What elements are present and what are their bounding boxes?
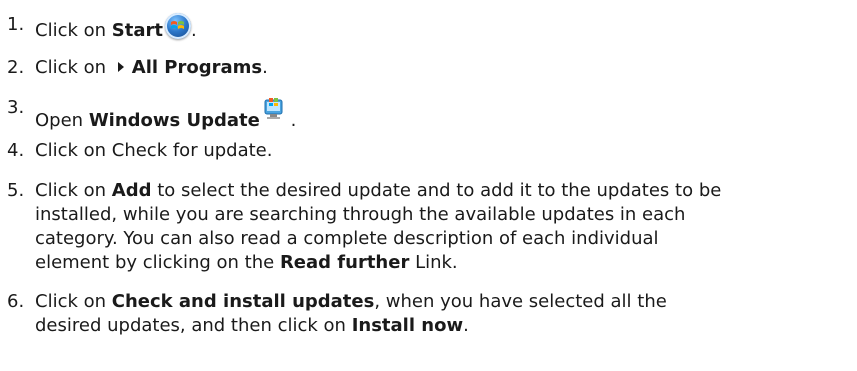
step-number: 5. bbox=[7, 180, 25, 201]
step-suffix: . bbox=[463, 315, 469, 336]
step-line: Click on Add to select the desired updat… bbox=[35, 180, 721, 201]
step-text: Click on Add to select the desired updat… bbox=[35, 179, 850, 275]
add-label: Add bbox=[111, 180, 152, 201]
cut-off-text-line bbox=[0, 0, 857, 7]
step-prefix: Click on bbox=[35, 291, 112, 312]
step-text: Click on Check for update. bbox=[35, 140, 273, 161]
step-line: element by clicking on the Read further … bbox=[35, 252, 458, 273]
step-suffix: to select the desired update and to add … bbox=[151, 180, 722, 201]
step-line: category. You can also read a complete d… bbox=[35, 228, 659, 249]
step-prefix: Open bbox=[35, 110, 89, 131]
step-prefix: Click on bbox=[35, 20, 112, 41]
windows-update-icon bbox=[263, 96, 285, 120]
instruction-page: 1. Click on Start . 2. Click on All Prog… bbox=[0, 0, 857, 371]
step-text: Click on Start . bbox=[35, 13, 850, 43]
step-suffix: . bbox=[262, 57, 268, 78]
step-number: 3. bbox=[7, 97, 25, 118]
start-label: Start bbox=[111, 20, 163, 41]
step-number: 6. bbox=[7, 291, 25, 312]
step-suffix: . bbox=[284, 110, 297, 131]
step-prefix: Click on bbox=[35, 180, 112, 201]
step-text: Click on All Programs. bbox=[35, 56, 850, 80]
step-number: 2. bbox=[7, 57, 25, 78]
step-prefix: element by clicking on the bbox=[35, 252, 280, 273]
install-now-label: Install now bbox=[351, 315, 464, 336]
step-prefix: desired updates, and then click on bbox=[35, 315, 352, 336]
read-further-label: Read further bbox=[279, 252, 410, 273]
step-text: Open Windows Update . bbox=[35, 96, 850, 133]
step-number: 1. bbox=[7, 14, 25, 35]
step-suffix: Link. bbox=[409, 252, 458, 273]
all-programs-label: All Programs bbox=[131, 57, 263, 78]
step-line: installed, while you are searching throu… bbox=[35, 204, 686, 225]
step-text: Click on Check and install updates, when… bbox=[35, 290, 850, 338]
check-and-install-label: Check and install updates bbox=[111, 291, 375, 312]
windows-update-label: Windows Update bbox=[88, 110, 260, 131]
step-line: desired updates, and then click on Insta… bbox=[35, 315, 469, 336]
step-suffix: , when you have selected all the bbox=[374, 291, 667, 312]
step-suffix: . bbox=[190, 20, 197, 41]
windows-start-orb-icon bbox=[164, 13, 191, 39]
triangle-right-icon bbox=[117, 62, 124, 72]
step-prefix: Click on bbox=[35, 57, 112, 78]
step-number: 4. bbox=[7, 140, 25, 161]
step-line: Click on Check and install updates, when… bbox=[35, 291, 667, 312]
